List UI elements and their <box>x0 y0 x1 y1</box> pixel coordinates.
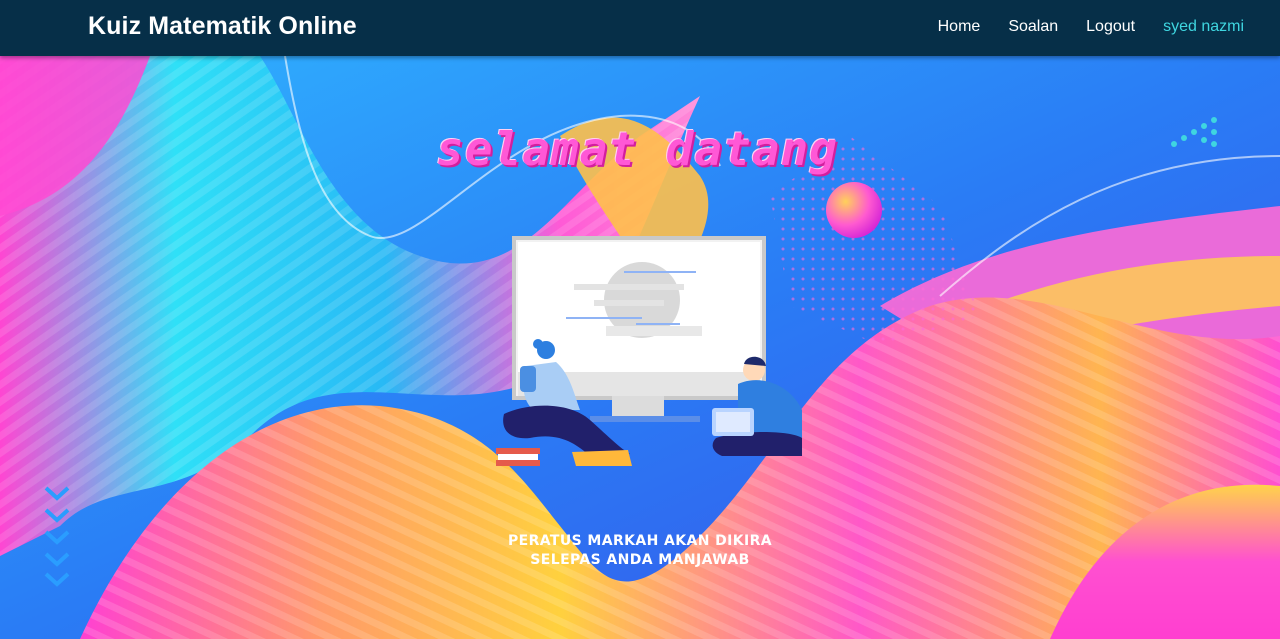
caption-line-2: SELEPAS ANDA MANJAWAB <box>530 552 750 568</box>
study-illustration <box>496 236 802 466</box>
nav-link-logout[interactable]: Logout <box>1086 18 1135 36</box>
top-navbar: Kuiz Matematik Online Home Soalan Logout… <box>0 0 1280 56</box>
nav-user-name[interactable]: syed nazmi <box>1163 18 1244 36</box>
nav-link-home[interactable]: Home <box>938 18 981 36</box>
nav-link-soalan[interactable]: Soalan <box>1008 18 1058 36</box>
hero-caption: PERATUS MARKAH AKAN DIKIRA SELEPAS ANDA … <box>440 532 840 570</box>
chevron-down-icon <box>44 486 70 587</box>
caption-line-1: PERATUS MARKAH AKAN DIKIRA <box>507 533 773 549</box>
welcome-heading: selamat datang <box>436 122 838 176</box>
nav-links: Home Soalan Logout syed nazmi <box>910 18 1244 36</box>
brand-title[interactable]: Kuiz Matematik Online <box>88 12 357 41</box>
hero-section: selamat datang PERATUS MARKAH AKAN DIKIR… <box>0 56 1280 639</box>
decorative-dots-icon <box>1171 117 1217 147</box>
